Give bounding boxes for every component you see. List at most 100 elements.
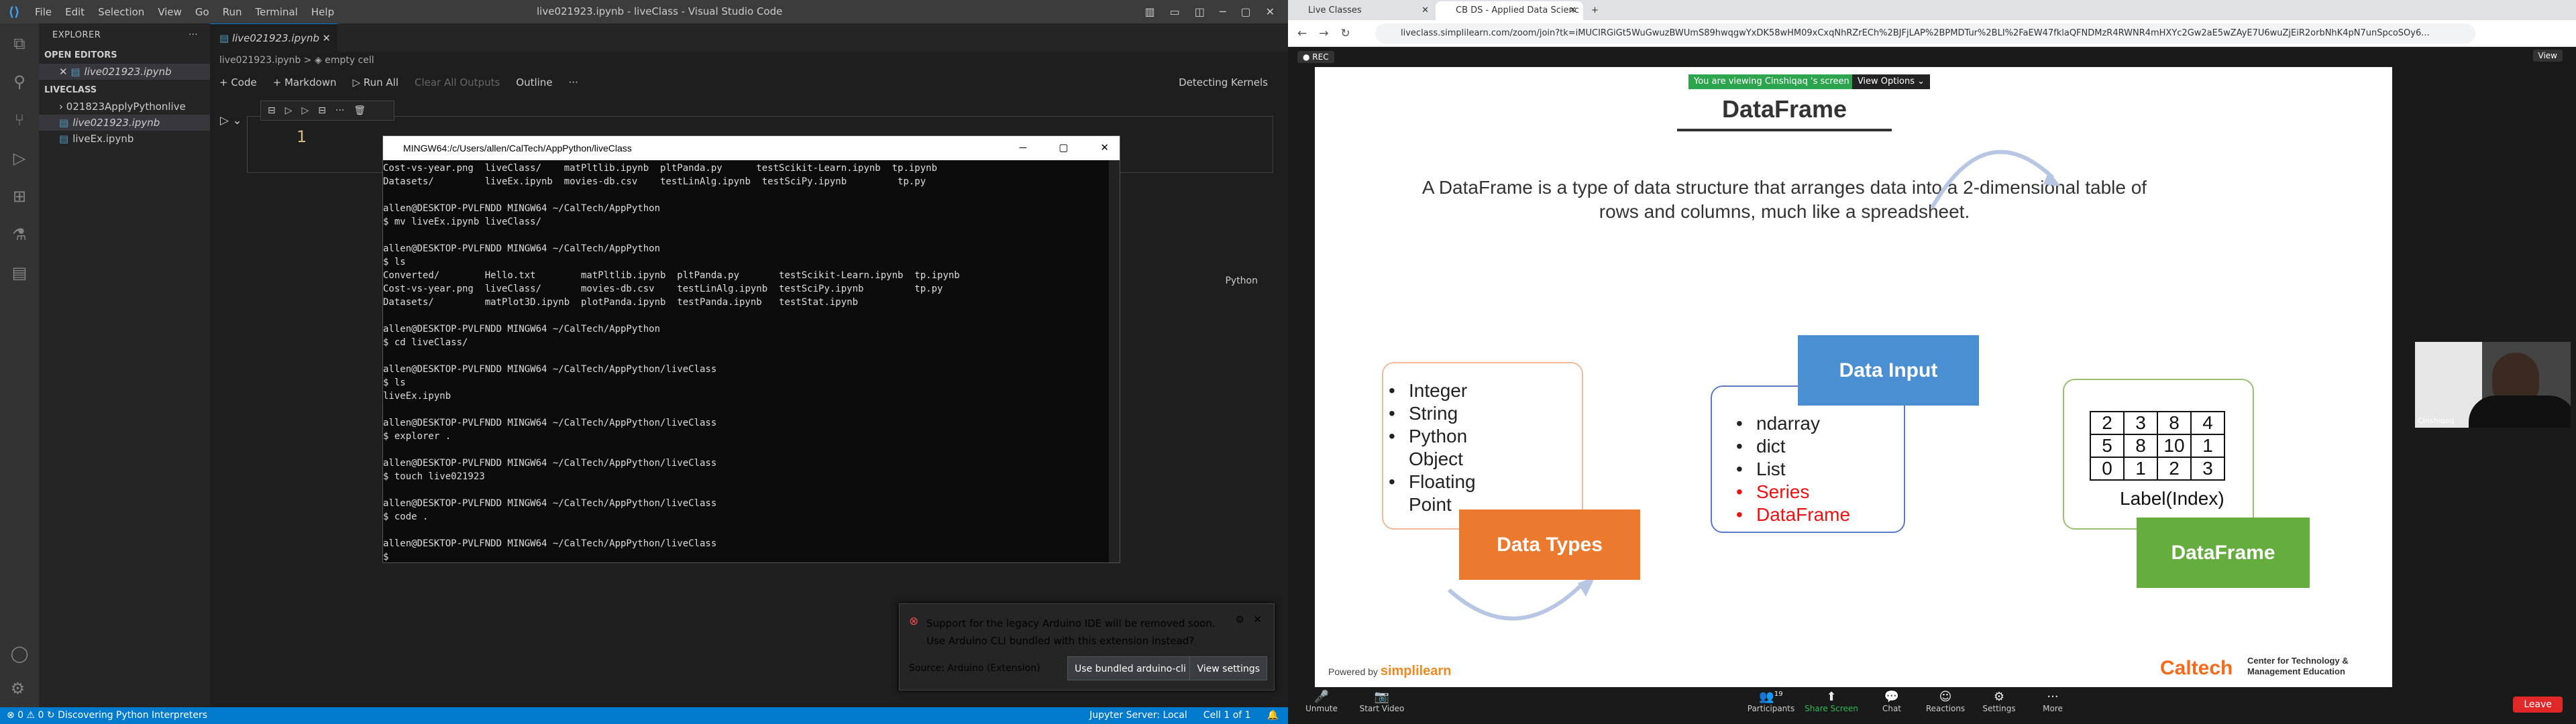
terminal-line: allen@DESKTOP-PVLFNDD MINGW64 ~/CalTech/… (383, 538, 717, 549)
outline-button[interactable]: Outline (516, 76, 552, 88)
menu-go[interactable]: Go (195, 6, 209, 18)
add-markdown-button[interactable]: + Markdown (273, 76, 337, 88)
close-button[interactable]: ✕ (1100, 136, 1109, 160)
folder-section[interactable]: LIVECLASS (39, 82, 210, 99)
terminal-window[interactable]: MINGW64:/c/Users/allen/CalTech/AppPython… (382, 135, 1120, 563)
split-cell-icon[interactable]: ⊟ (318, 105, 326, 116)
reload-icon[interactable]: ↻ (1341, 27, 1350, 40)
bell-icon[interactable]: 🔔 (1267, 707, 1279, 724)
delete-icon[interactable]: 🗑 (354, 105, 366, 116)
close-icon[interactable]: ✕ (1421, 1, 1429, 20)
jupyter-server-status[interactable]: Jupyter Server: Local (1089, 707, 1187, 724)
leave-button[interactable]: Leave (2513, 697, 2563, 713)
run-debug-icon[interactable]: ▷ (13, 149, 25, 168)
unmute-button[interactable]: 🎤 Unmute (1288, 690, 1355, 713)
maximize-button[interactable]: ▢ (1240, 0, 1250, 23)
breadcrumb[interactable]: live021923.ipynb > ◈ empty cell (210, 52, 1288, 69)
participants-button[interactable]: 👥19 Participants (1737, 690, 1805, 713)
clear-outputs-button[interactable]: Clear All Outputs (415, 76, 500, 88)
source-control-icon[interactable]: ⑂ (15, 111, 24, 129)
split-icon[interactable]: ◫ (1195, 0, 1205, 23)
new-tab-button[interactable]: + (1583, 1, 1610, 20)
cell-language[interactable]: Python (1225, 276, 1258, 286)
close-icon[interactable]: ✕ (59, 66, 70, 78)
explorer-header: EXPLORER ··· (39, 23, 210, 48)
search-icon[interactable]: ⚲ (13, 72, 25, 91)
share-screen-icon: ⬆ (1826, 690, 1837, 704)
explorer-icon[interactable]: ⧉ (13, 34, 25, 53)
cell-position[interactable]: Cell 1 of 1 (1203, 707, 1251, 724)
participant-video[interactable]: Cinshiqaq (2415, 342, 2571, 428)
add-code-button[interactable]: + Code (219, 76, 257, 88)
notebook-file-icon: ▤ (70, 66, 80, 78)
status-left[interactable]: ⊗ 0 ⚠ 0 ↻ Discovering Python Interpreter… (7, 710, 207, 721)
terminal-line: allen@DESKTOP-PVLFNDD MINGW64 ~/CalTech/… (383, 324, 661, 335)
menu-run[interactable]: Run (223, 6, 242, 18)
view-button[interactable]: View (2532, 50, 2563, 62)
data-input-label: Data Input (1798, 335, 1979, 406)
kernel-picker[interactable]: Detecting Kernels (1179, 76, 1268, 88)
view-settings-button[interactable]: View settings (1189, 656, 1267, 680)
manage-gear-icon[interactable]: ⚙ (11, 679, 29, 698)
browser-tab[interactable]: Live Classes ✕ (1288, 1, 1436, 20)
data-types-list: Integer String Python Object Floating Po… (1389, 379, 1509, 516)
browser-tab[interactable]: CB DS - Applied Data Scienc ✕ (1436, 1, 1583, 20)
run-cell-icon[interactable]: ▷ ⌄ (220, 114, 242, 127)
gear-icon[interactable]: ⚙ (1236, 613, 1244, 625)
menu-terminal[interactable]: Terminal (256, 6, 298, 18)
extensions-icon[interactable]: ⊞ (13, 187, 26, 206)
forward-icon[interactable]: → (1319, 27, 1328, 40)
share-screen-button[interactable]: ⬆ Share Screen (1798, 690, 1865, 713)
close-icon[interactable]: ✕ (1253, 613, 1262, 625)
execute-cell-icon[interactable]: ▷ (285, 105, 292, 116)
terminal-line: $ touch live021923 (383, 471, 485, 482)
execute-above-icon[interactable]: ⊟ (268, 105, 276, 116)
more-button[interactable]: ··· More (2019, 690, 2086, 713)
open-editors-section[interactable]: OPEN EDITORS (39, 48, 210, 64)
close-window-button[interactable]: ✕ (1266, 0, 1275, 23)
open-editor-item[interactable]: ✕ ▤ live021923.ipynb (39, 64, 210, 80)
execute-below-icon[interactable]: ▷ (302, 105, 309, 116)
close-tab-icon[interactable]: ✕ (322, 24, 331, 52)
scrollbar[interactable] (1109, 160, 1120, 562)
list-item: ndarray (1736, 412, 1850, 435)
back-icon[interactable]: ← (1297, 27, 1307, 40)
maximize-button[interactable]: ▢ (1059, 136, 1068, 160)
participant-name: Cinshiqaq (2418, 416, 2455, 425)
jupyter-icon[interactable]: ▤ (12, 263, 28, 282)
minimize-button[interactable]: ─ (1020, 136, 1027, 160)
use-bundled-cli-button[interactable]: Use bundled arduino-cli (1067, 656, 1193, 680)
testing-icon[interactable]: ⚗ (12, 225, 27, 244)
rec-badge: ● REC (1297, 51, 1334, 63)
file-item[interactable]: ▤ live021923.ipynb (39, 115, 210, 131)
menu-bar: File Edit Selection View Go Run Terminal Help (28, 6, 341, 18)
menu-view[interactable]: View (158, 6, 182, 18)
zoom-toolbar: 🎤 Unmute 📷 Start Video 👥19 Participants ⬆ Sh… (1288, 687, 2576, 724)
menu-selection[interactable]: Selection (98, 6, 144, 18)
minimize-button[interactable]: ─ (1220, 0, 1226, 23)
menu-help[interactable]: Help (311, 6, 334, 18)
notebook-toolbar: + Code + Markdown ▷ Run All Clear All Ou… (210, 69, 1288, 96)
more-actions-icon[interactable]: ··· (189, 23, 198, 48)
table-cell: 10 (2157, 434, 2192, 458)
run-all-button[interactable]: ▷ Run All (353, 76, 398, 88)
url-field[interactable]: liveclass.simplilearn.com/zoom/join?tk=i… (1375, 23, 2475, 44)
layout-icon[interactable]: ▥ (1144, 0, 1155, 23)
more-icon[interactable]: ··· (335, 105, 344, 116)
view-options-button[interactable]: View Options ⌄ (1851, 74, 1930, 89)
menu-file[interactable]: File (35, 6, 52, 18)
file-item[interactable]: ▤ liveEx.ipynb (39, 131, 210, 147)
more-icon[interactable]: ··· (569, 76, 578, 88)
account-icon[interactable]: ◯ (11, 644, 29, 663)
start-video-button[interactable]: 📷 Start Video (1348, 690, 1415, 713)
mic-off-icon: 🎤 (1313, 690, 1330, 704)
table-cell: 8 (2123, 434, 2158, 458)
panel-icon[interactable]: ▭ (1170, 0, 1180, 23)
notebook-file-icon: ▤ (59, 117, 69, 129)
file-item[interactable]: › 021823ApplyPythonlive (39, 99, 210, 115)
editor-tab[interactable]: ▤ live021923.ipynb ✕ (210, 23, 337, 52)
menu-edit[interactable]: Edit (65, 6, 85, 18)
close-icon[interactable]: ✕ (1569, 1, 1576, 20)
